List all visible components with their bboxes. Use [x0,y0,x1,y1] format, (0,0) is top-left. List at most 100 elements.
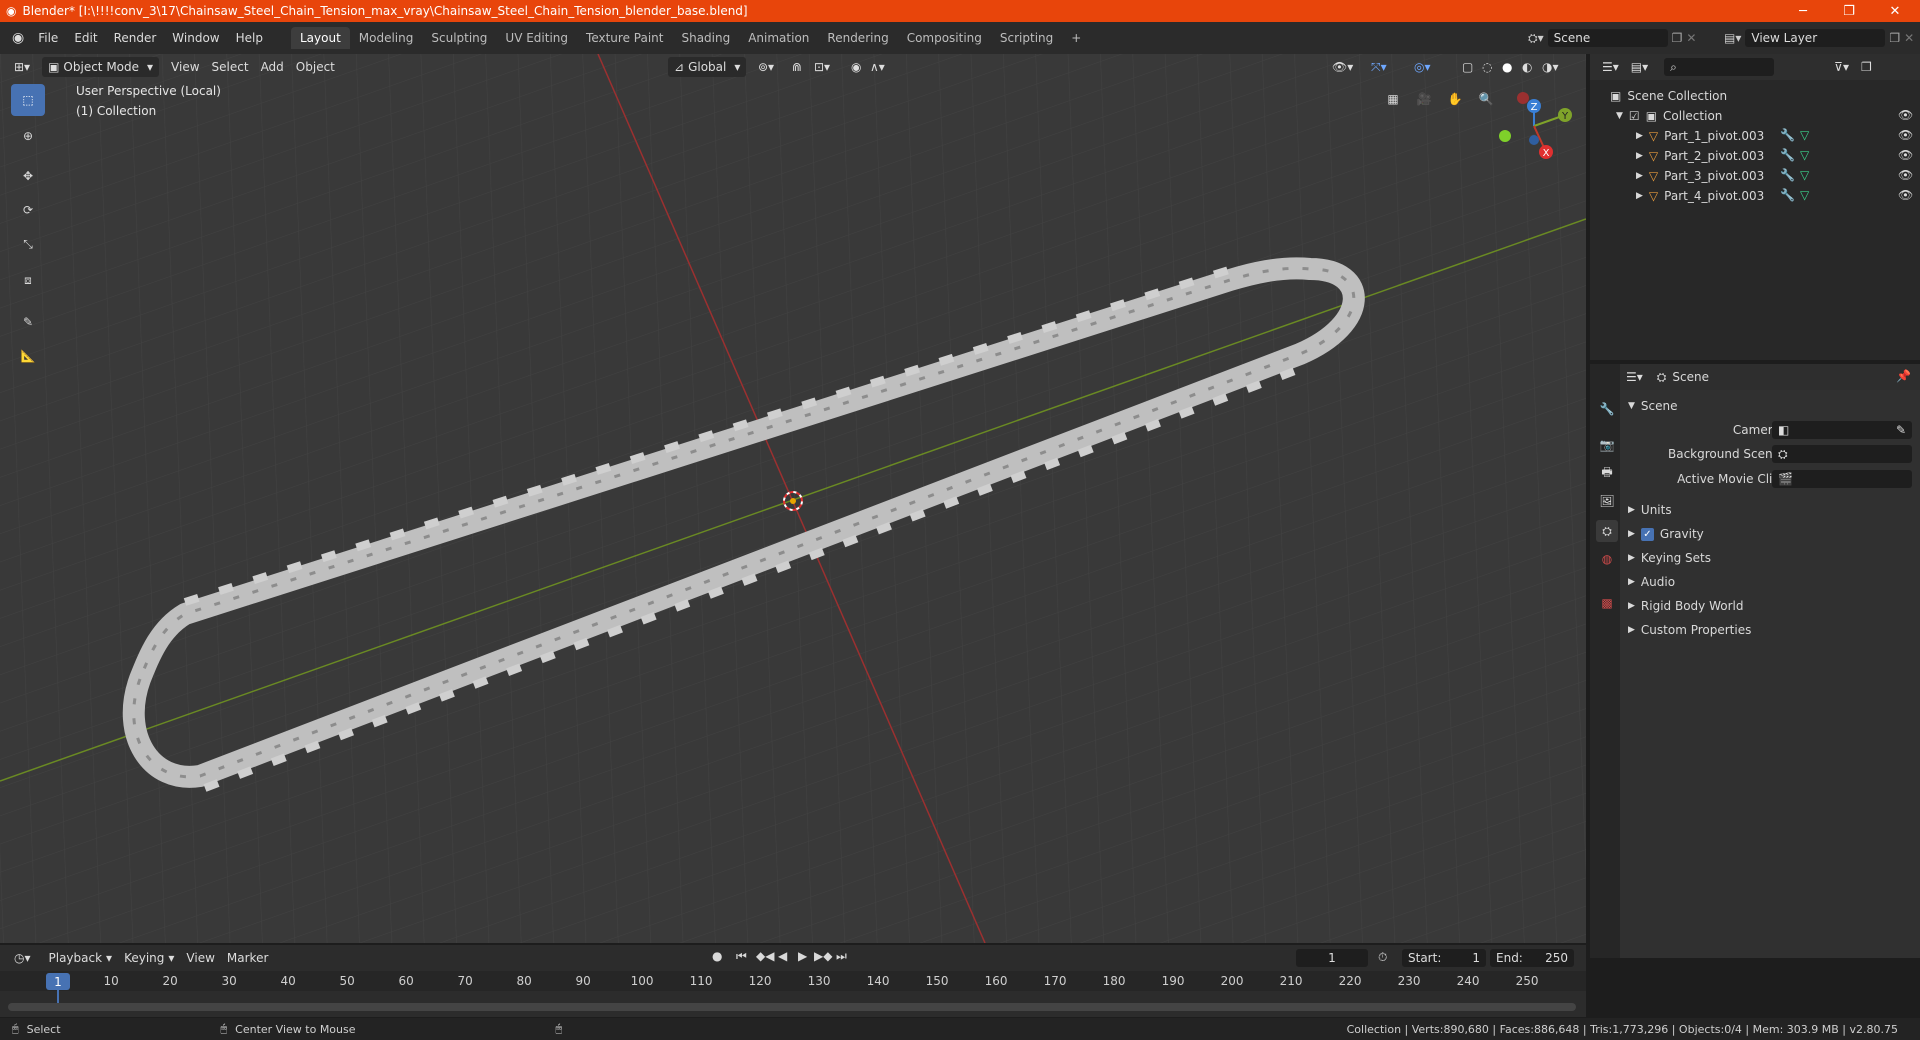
tab-compositing[interactable]: Compositing [898,27,991,49]
outliner-editor-icon[interactable]: ☰▾ [1596,57,1625,77]
display-mode-icon[interactable]: ▤▾ [1625,57,1654,77]
outliner-item-part-3[interactable]: ▶ ▽ Part_3_pivot.003 [1636,166,1764,186]
editor-type-icon[interactable]: ⊞▾ [8,57,36,77]
mesh-data-icon[interactable]: ▽ [1800,128,1809,142]
expand-chevron-icon[interactable]: ▶ [1636,151,1643,161]
menu-file[interactable]: File [30,31,66,45]
viewport-menu-object[interactable]: Object [290,57,341,77]
gravity-checkbox[interactable]: ✓ [1640,527,1654,541]
output-properties-icon[interactable]: 🖶 [1596,462,1618,484]
mesh-data-icon[interactable]: ▽ [1800,168,1809,182]
cursor-tool[interactable]: ⊕ [11,120,45,152]
blender-menu-icon[interactable]: ◉ [12,30,24,46]
navigation-gizmo[interactable]: Z Y X [1490,86,1576,166]
start-frame-field[interactable]: Start: 1 [1402,949,1486,967]
tab-texture-paint[interactable]: Texture Paint [577,27,672,49]
stopwatch-icon[interactable]: ⏱ [1378,950,1387,965]
timeline-scrollbar[interactable] [8,1003,1576,1011]
restore-button[interactable]: ❐ [1826,0,1872,22]
mesh-data-icon[interactable]: ▽ [1800,188,1809,202]
remove-scene-icon[interactable]: ✕ [1686,31,1696,45]
view-layer-properties-icon[interactable]: 🖼 [1596,490,1618,512]
eye-icon[interactable]: 👁 [1898,108,1913,122]
render-properties-icon[interactable]: 📷 [1596,434,1618,456]
outliner-item-part-4[interactable]: ▶ ▽ Part_4_pivot.003 [1636,186,1764,206]
snap-icon[interactable]: ⋒ [786,57,808,77]
record-icon[interactable]: ● [712,949,722,963]
viewport-canvas[interactable] [0,54,1586,943]
outliner-search-input[interactable]: ⌕ [1664,58,1775,76]
expand-chevron-icon[interactable]: ▶ [1636,191,1643,201]
snap-target-icon[interactable]: ⊡▾ [808,57,836,77]
eye-icon[interactable]: 👁 [1898,168,1913,182]
falloff-icon[interactable]: ∧▾ [864,57,891,77]
play-reverse-icon[interactable]: ◀ [778,949,787,963]
new-view-layer-icon[interactable]: ❐ [1889,31,1900,45]
tab-shading[interactable]: Shading [672,27,739,49]
scene-properties-icon[interactable]: ⛭ [1596,520,1618,542]
gizmo-neg-x[interactable] [1517,92,1529,104]
remove-view-layer-icon[interactable]: ✕ [1904,31,1914,45]
mode-dropdown[interactable]: ▣ Object Mode ▾ [42,57,160,77]
scene-field[interactable]: Scene [1547,29,1668,47]
move-tool[interactable]: ✥ [11,160,45,192]
units-panel-header[interactable]: ▶ Units [1628,498,1672,522]
properties-editor-icon[interactable]: ☰▾ [1620,367,1649,387]
scale-tool[interactable]: ⤡ [11,228,45,260]
outliner-collection[interactable]: ▼ ☑ ▣ Collection [1616,106,1722,126]
background-scene-field[interactable]: ⛭ [1772,445,1912,463]
tab-scripting[interactable]: Scripting [991,27,1062,49]
checkbox-icon[interactable]: ☑ [1629,109,1640,123]
expand-chevron-icon[interactable]: ▶ [1636,131,1643,141]
modifier-icon[interactable]: 🔧 [1780,128,1795,142]
timeline-menu-playback[interactable]: Playback ▾ [43,948,119,968]
timeline-editor-icon[interactable]: ◷▾ [8,948,37,968]
measure-tool[interactable]: 📐 [11,340,45,372]
eye-icon[interactable]: 👁 [1898,148,1913,162]
timeline-menu-keying[interactable]: Keying ▾ [118,948,180,968]
frame-ruler[interactable]: 1102030405060708090100110120130140150160… [0,971,1586,991]
menu-help[interactable]: Help [228,31,271,45]
scene-panel-header[interactable]: ▼ Scene [1628,394,1678,418]
menu-render[interactable]: Render [106,31,165,45]
view-layer-icon[interactable]: ▤▾ [1724,31,1741,45]
close-button[interactable]: ✕ [1872,0,1918,22]
jump-keyframe-forward-icon[interactable]: ▶◆ [814,949,832,963]
tab-uv-editing[interactable]: UV Editing [496,27,577,49]
jump-end-icon[interactable]: ⏭ [836,949,847,964]
transform-tool[interactable]: ⧈ [11,264,45,296]
expand-chevron-icon[interactable]: ▼ [1616,111,1623,121]
gizmo-toggle-icon[interactable]: ⤧▾ [1365,57,1393,77]
minimize-button[interactable]: ─ [1780,0,1826,22]
pan-view-icon[interactable]: ✋ [1442,86,1468,112]
annotate-tool[interactable]: ✎ [11,306,45,338]
camera-field[interactable]: ◧ ✎ [1772,421,1912,439]
select-box-tool[interactable]: ⬚ [11,84,45,116]
overlay-toggle-icon[interactable]: ◎▾ [1408,57,1437,77]
texture-properties-icon[interactable]: ▩ [1596,592,1618,614]
view-layer-field[interactable]: View Layer [1745,29,1886,47]
menu-edit[interactable]: Edit [66,31,105,45]
jump-keyframe-back-icon[interactable]: ◆◀ [756,949,774,963]
timeline-menu-view[interactable]: View [180,948,220,968]
pin-icon[interactable]: 📌 [1896,369,1911,383]
tool-properties-icon[interactable]: 🔧 [1596,398,1618,420]
transform-orientation-dropdown[interactable]: ⊿ Global ▾ [668,57,747,77]
gizmo-neg-y[interactable] [1499,130,1511,142]
add-workspace-button[interactable]: + [1062,27,1090,49]
end-frame-field[interactable]: End: 250 [1490,949,1574,967]
tab-modeling[interactable]: Modeling [350,27,423,49]
visibility-icon[interactable]: 👁▾ [1326,57,1359,77]
filter-icon[interactable]: ⊽▾ [1828,57,1855,77]
playhead[interactable]: 1 [46,973,70,990]
custom-properties-panel-header[interactable]: ▶ Custom Properties [1628,618,1751,642]
timeline-menu-marker[interactable]: Marker [221,948,274,968]
rotate-tool[interactable]: ⟳ [11,194,45,226]
modifier-icon[interactable]: 🔧 [1780,188,1795,202]
gizmo-neg-z[interactable] [1529,135,1539,145]
eye-icon[interactable]: 👁 [1898,188,1913,202]
outliner-scene-collection[interactable]: ▣ Scene Collection [1610,86,1727,106]
camera-view-icon[interactable]: 🎥 [1411,86,1437,112]
world-properties-icon[interactable]: ◍ [1596,548,1618,570]
outliner-item-part-2[interactable]: ▶ ▽ Part_2_pivot.003 [1636,146,1764,166]
